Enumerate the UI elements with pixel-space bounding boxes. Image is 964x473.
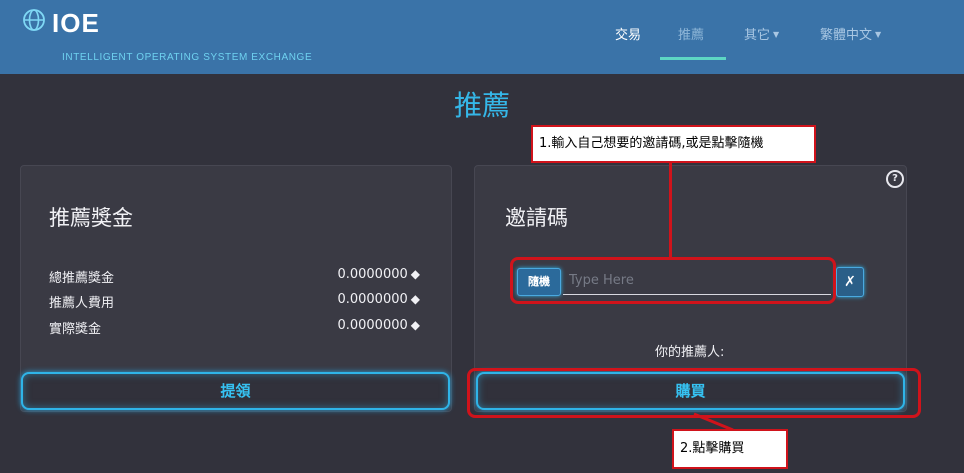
page-title: 推薦 bbox=[453, 89, 510, 122]
nav-referral[interactable]: 推薦 bbox=[678, 24, 704, 43]
reward-row-amount: 0.0000000 bbox=[337, 292, 408, 307]
ethereum-icon: ◆ bbox=[410, 292, 420, 306]
annotation-connector bbox=[669, 161, 672, 258]
reward-row-amount: 0.0000000 bbox=[337, 318, 408, 333]
nav-language-dropdown[interactable]: 繁體中文 ▼ bbox=[820, 24, 881, 43]
clear-code-button[interactable]: ✗ bbox=[836, 267, 864, 297]
nav-trade[interactable]: 交易 bbox=[615, 24, 641, 43]
referrer-label: 你的推薦人: bbox=[655, 345, 725, 360]
invite-panel-heading: 邀請碼 bbox=[505, 206, 568, 230]
brand-logo[interactable]: IOE bbox=[52, 8, 100, 39]
top-navbar: IOE INTELLIGENT OPERATING SYSTEM EXCHANG… bbox=[0, 0, 964, 74]
help-icon[interactable]: ? bbox=[886, 170, 904, 188]
brand-subtitle: INTELLIGENT OPERATING SYSTEM EXCHANGE bbox=[62, 52, 313, 63]
ethereum-icon: ◆ bbox=[410, 267, 420, 281]
annotation-note-2: 2.點擊購買 bbox=[672, 429, 788, 469]
reward-row-value: 0.0000000 ◆ bbox=[337, 267, 420, 282]
nav-other-label: 其它 bbox=[744, 28, 771, 43]
annotation-note-1: 1.輸入自己想要的邀請碼,或是點擊隨機 bbox=[531, 125, 816, 163]
globe-icon bbox=[23, 9, 45, 31]
reward-row-label: 推薦人費用 bbox=[49, 296, 115, 311]
reward-row-label: 實際獎金 bbox=[49, 322, 102, 337]
reward-panel-heading: 推薦獎金 bbox=[49, 206, 133, 230]
nav-active-underline bbox=[660, 57, 726, 60]
reward-row-value: 0.0000000 ◆ bbox=[337, 318, 420, 333]
ethereum-icon: ◆ bbox=[410, 318, 420, 332]
annotation-highlight-input bbox=[510, 257, 836, 304]
reward-row-amount: 0.0000000 bbox=[337, 267, 408, 282]
withdraw-button[interactable]: 提領 bbox=[21, 372, 450, 410]
reward-row-value: 0.0000000 ◆ bbox=[337, 292, 420, 307]
caret-down-icon: ▼ bbox=[773, 30, 780, 39]
nav-language-label: 繁體中文 bbox=[820, 28, 873, 43]
caret-down-icon: ▼ bbox=[875, 30, 882, 39]
reward-row-label: 總推薦獎金 bbox=[49, 271, 115, 286]
nav-other-dropdown[interactable]: 其它 ▼ bbox=[744, 24, 779, 43]
annotation-highlight-buy bbox=[467, 368, 921, 418]
